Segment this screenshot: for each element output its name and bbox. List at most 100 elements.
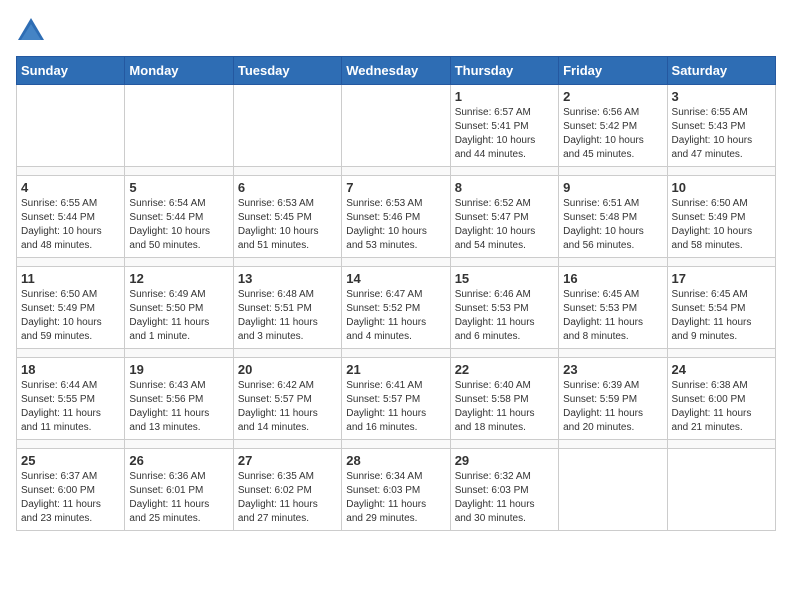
calendar-cell: 29Sunrise: 6:32 AM Sunset: 6:03 PM Dayli… xyxy=(450,449,558,531)
day-number: 12 xyxy=(129,271,228,286)
calendar-cell: 28 Sunrise: 6:34 AM Sunset: 6:03 PM Dayli… xyxy=(342,449,450,531)
calendar-cell: 23Sunrise: 6:39 AM Sunset: 5:59 PM Dayli… xyxy=(559,358,667,440)
calendar-cell xyxy=(17,85,125,167)
day-number: 29 xyxy=(455,453,554,468)
calendar-week-row: 4 Sunrise: 6:55 AM Sunset: 5:44 PM Daylig… xyxy=(17,176,776,258)
day-number: 6 xyxy=(238,180,337,195)
calendar-week-row: 25 Sunrise: 6:37 AM Sunset: 6:00 PM Dayli… xyxy=(17,449,776,531)
calendar-cell: 4 Sunrise: 6:55 AM Sunset: 5:44 PM Daylig… xyxy=(17,176,125,258)
week-separator-cell xyxy=(17,258,125,267)
day-info: Sunrise: 6:49 AM Sunset: 5:50 PM Dayligh… xyxy=(129,288,228,344)
week-separator-cell xyxy=(342,258,450,267)
day-info: Sunrise: 6:37 AM Sunset: 6:00 PM Dayligh… xyxy=(21,470,120,526)
logo-icon xyxy=(16,16,46,46)
day-number: 28 xyxy=(346,453,445,468)
calendar-week-row: 18Sunrise: 6:44 AM Sunset: 5:55 PM Dayli… xyxy=(17,358,776,440)
day-number: 4 xyxy=(21,180,120,195)
weekday-header-thursday: Thursday xyxy=(450,57,558,85)
day-info: Sunrise: 6:54 AM Sunset: 5:44 PM Dayligh… xyxy=(129,197,228,253)
calendar-cell: 15 Sunrise: 6:46 AM Sunset: 5:53 PM Dayli… xyxy=(450,267,558,349)
calendar-cell: 26 Sunrise: 6:36 AM Sunset: 6:01 PM Dayli… xyxy=(125,449,233,531)
weekday-header-monday: Monday xyxy=(125,57,233,85)
week-separator-cell xyxy=(667,167,775,176)
weekday-header-wednesday: Wednesday xyxy=(342,57,450,85)
calendar-cell: 6Sunrise: 6:53 AM Sunset: 5:45 PM Daylig… xyxy=(233,176,341,258)
week-separator-cell xyxy=(559,349,667,358)
day-number: 1 xyxy=(455,89,554,104)
week-separator-cell xyxy=(450,167,558,176)
day-number: 22 xyxy=(455,362,554,377)
calendar-cell: 16Sunrise: 6:45 AM Sunset: 5:53 PM Dayli… xyxy=(559,267,667,349)
day-info: Sunrise: 6:57 AM Sunset: 5:41 PM Dayligh… xyxy=(455,106,554,162)
day-info: Sunrise: 6:50 AM Sunset: 5:49 PM Dayligh… xyxy=(21,288,120,344)
calendar-cell: 22 Sunrise: 6:40 AM Sunset: 5:58 PM Dayli… xyxy=(450,358,558,440)
day-info: Sunrise: 6:38 AM Sunset: 6:00 PM Dayligh… xyxy=(672,379,771,435)
week-separator-cell xyxy=(233,258,341,267)
day-number: 8 xyxy=(455,180,554,195)
week-separator-cell xyxy=(125,167,233,176)
calendar-cell: 8 Sunrise: 6:52 AM Sunset: 5:47 PM Daylig… xyxy=(450,176,558,258)
day-info: Sunrise: 6:40 AM Sunset: 5:58 PM Dayligh… xyxy=(455,379,554,435)
week-separator-cell xyxy=(450,349,558,358)
calendar-cell xyxy=(125,85,233,167)
day-number: 21 xyxy=(346,362,445,377)
day-number: 27 xyxy=(238,453,337,468)
calendar-cell: 1 Sunrise: 6:57 AM Sunset: 5:41 PM Daylig… xyxy=(450,85,558,167)
calendar-cell: 14Sunrise: 6:47 AM Sunset: 5:52 PM Dayli… xyxy=(342,267,450,349)
week-separator-cell xyxy=(233,349,341,358)
calendar-cell: 24Sunrise: 6:38 AM Sunset: 6:00 PM Dayli… xyxy=(667,358,775,440)
week-separator-cell xyxy=(342,167,450,176)
week-separator-cell xyxy=(125,440,233,449)
weekday-header-sunday: Sunday xyxy=(17,57,125,85)
week-separator-cell xyxy=(17,440,125,449)
calendar-cell: 9Sunrise: 6:51 AM Sunset: 5:48 PM Daylig… xyxy=(559,176,667,258)
day-number: 25 xyxy=(21,453,120,468)
day-info: Sunrise: 6:34 AM Sunset: 6:03 PM Dayligh… xyxy=(346,470,445,526)
day-info: Sunrise: 6:56 AM Sunset: 5:42 PM Dayligh… xyxy=(563,106,662,162)
day-number: 19 xyxy=(129,362,228,377)
day-number: 7 xyxy=(346,180,445,195)
week-separator-cell xyxy=(667,258,775,267)
calendar-cell xyxy=(667,449,775,531)
day-info: Sunrise: 6:39 AM Sunset: 5:59 PM Dayligh… xyxy=(563,379,662,435)
calendar-header-row: SundayMondayTuesdayWednesdayThursdayFrid… xyxy=(17,57,776,85)
day-number: 26 xyxy=(129,453,228,468)
day-number: 17 xyxy=(672,271,771,286)
calendar-cell: 5Sunrise: 6:54 AM Sunset: 5:44 PM Daylig… xyxy=(125,176,233,258)
day-info: Sunrise: 6:55 AM Sunset: 5:44 PM Dayligh… xyxy=(21,197,120,253)
day-number: 10 xyxy=(672,180,771,195)
day-info: Sunrise: 6:45 AM Sunset: 5:54 PM Dayligh… xyxy=(672,288,771,344)
weekday-header-friday: Friday xyxy=(559,57,667,85)
day-info: Sunrise: 6:52 AM Sunset: 5:47 PM Dayligh… xyxy=(455,197,554,253)
day-number: 9 xyxy=(563,180,662,195)
calendar-cell: 21Sunrise: 6:41 AM Sunset: 5:57 PM Dayli… xyxy=(342,358,450,440)
calendar-cell: 11 Sunrise: 6:50 AM Sunset: 5:49 PM Dayli… xyxy=(17,267,125,349)
week-separator-cell xyxy=(125,349,233,358)
day-info: Sunrise: 6:53 AM Sunset: 5:46 PM Dayligh… xyxy=(346,197,445,253)
week-separator-row xyxy=(17,258,776,267)
week-separator-cell xyxy=(667,440,775,449)
day-info: Sunrise: 6:42 AM Sunset: 5:57 PM Dayligh… xyxy=(238,379,337,435)
day-number: 11 xyxy=(21,271,120,286)
day-number: 16 xyxy=(563,271,662,286)
day-number: 15 xyxy=(455,271,554,286)
calendar-cell xyxy=(559,449,667,531)
calendar-week-row: 1 Sunrise: 6:57 AM Sunset: 5:41 PM Daylig… xyxy=(17,85,776,167)
calendar-cell: 12 Sunrise: 6:49 AM Sunset: 5:50 PM Dayli… xyxy=(125,267,233,349)
calendar-cell xyxy=(233,85,341,167)
day-info: Sunrise: 6:47 AM Sunset: 5:52 PM Dayligh… xyxy=(346,288,445,344)
weekday-header-tuesday: Tuesday xyxy=(233,57,341,85)
week-separator-cell xyxy=(233,440,341,449)
week-separator-cell xyxy=(667,349,775,358)
day-info: Sunrise: 6:36 AM Sunset: 6:01 PM Dayligh… xyxy=(129,470,228,526)
calendar-cell xyxy=(342,85,450,167)
week-separator-cell xyxy=(342,349,450,358)
week-separator-cell xyxy=(559,258,667,267)
day-info: Sunrise: 6:46 AM Sunset: 5:53 PM Dayligh… xyxy=(455,288,554,344)
calendar-cell: 10Sunrise: 6:50 AM Sunset: 5:49 PM Dayli… xyxy=(667,176,775,258)
calendar-cell: 25 Sunrise: 6:37 AM Sunset: 6:00 PM Dayli… xyxy=(17,449,125,531)
week-separator-cell xyxy=(342,440,450,449)
week-separator-row xyxy=(17,167,776,176)
week-separator-cell xyxy=(450,440,558,449)
calendar-cell: 27Sunrise: 6:35 AM Sunset: 6:02 PM Dayli… xyxy=(233,449,341,531)
